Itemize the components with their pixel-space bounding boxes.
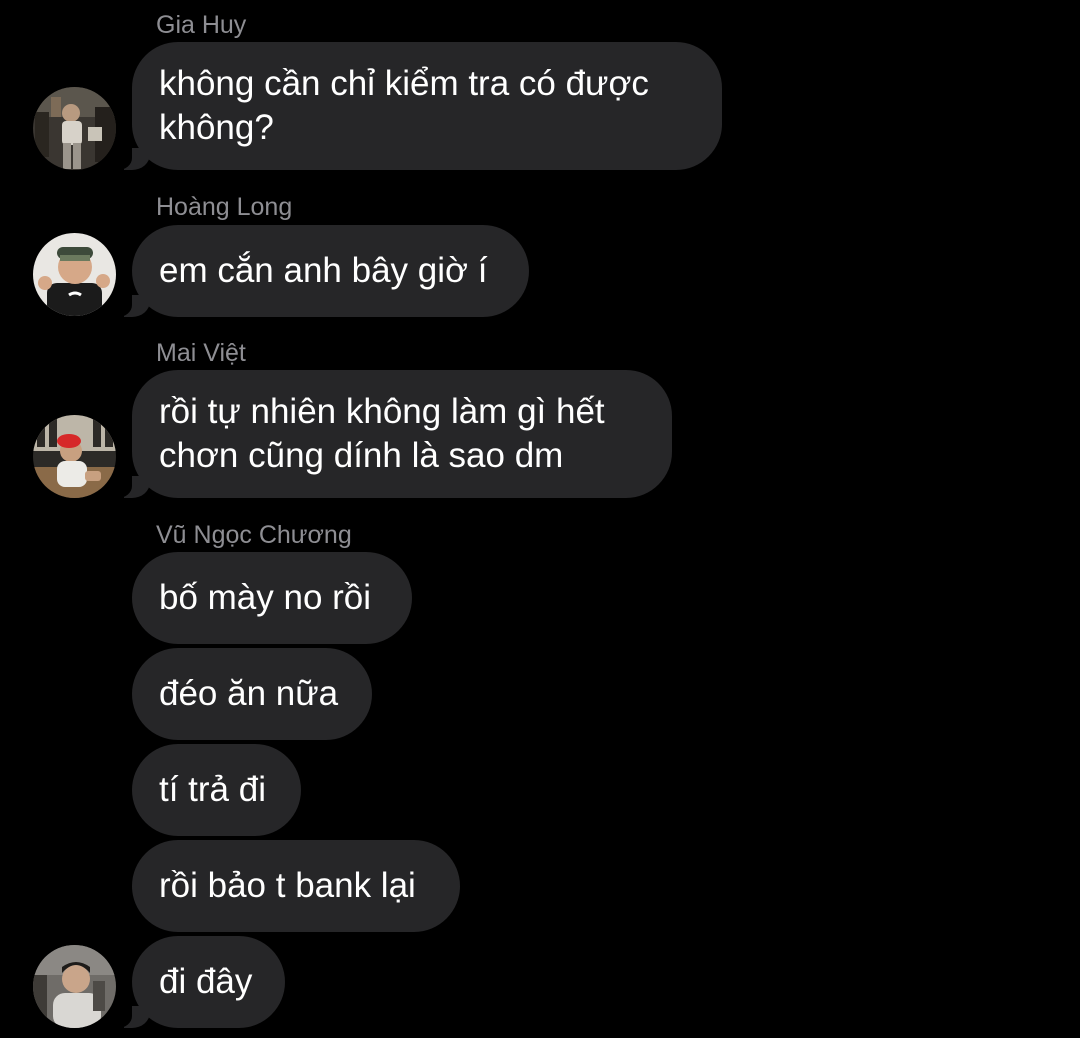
message-bubble[interactable]: bố mày no rồi — [132, 552, 412, 644]
message-bubble[interactable]: tí trả đi — [132, 744, 301, 836]
avatar[interactable] — [33, 233, 116, 316]
message-text: bố mày no rồi — [159, 578, 372, 617]
avatar-photo — [33, 233, 116, 316]
sender-name: Hoàng Long — [156, 193, 293, 221]
message-text-line: rồi tự nhiên không làm gì hết — [159, 392, 605, 431]
message-bubble[interactable]: không cần chỉ kiểm tra có được không? — [114, 42, 722, 170]
avatar[interactable] — [33, 415, 116, 498]
message-bubble[interactable]: đéo ăn nữa — [132, 648, 372, 740]
message-text: tí trả đi — [159, 770, 266, 809]
avatar-photo — [33, 415, 116, 498]
message-text-line: không cần chỉ kiểm tra có được — [159, 64, 649, 103]
message-text-line: không? — [159, 108, 274, 147]
avatar-photo — [33, 945, 116, 1028]
bubble-tail — [114, 295, 150, 317]
sender-name: Vũ Ngọc Chương — [156, 521, 352, 549]
bubble-tail — [114, 148, 150, 170]
message-text: đéo ăn nữa — [159, 674, 339, 713]
avatar-photo — [33, 87, 116, 170]
avatar[interactable] — [33, 87, 116, 170]
message-text: đi đây — [159, 962, 253, 1001]
message-bubble[interactable]: đi đây — [114, 936, 285, 1028]
message-bubble[interactable]: em cắn anh bây giờ í — [114, 225, 529, 317]
bubble-tail — [114, 476, 150, 498]
message-bubble[interactable]: rồi bảo t bank lại — [132, 840, 460, 932]
message-bubble[interactable]: rồi tự nhiên không làm gì hết chơn cũng … — [114, 370, 672, 498]
message-text: em cắn anh bây giờ í — [159, 251, 488, 290]
sender-name: Gia Huy — [156, 11, 247, 39]
sender-name: Mai Việt — [156, 339, 246, 367]
message-text-line: chơn cũng dính là sao dm — [159, 436, 564, 475]
message-text: rồi bảo t bank lại — [159, 866, 416, 905]
bubble-tail — [114, 1006, 150, 1028]
avatar[interactable] — [33, 945, 116, 1028]
